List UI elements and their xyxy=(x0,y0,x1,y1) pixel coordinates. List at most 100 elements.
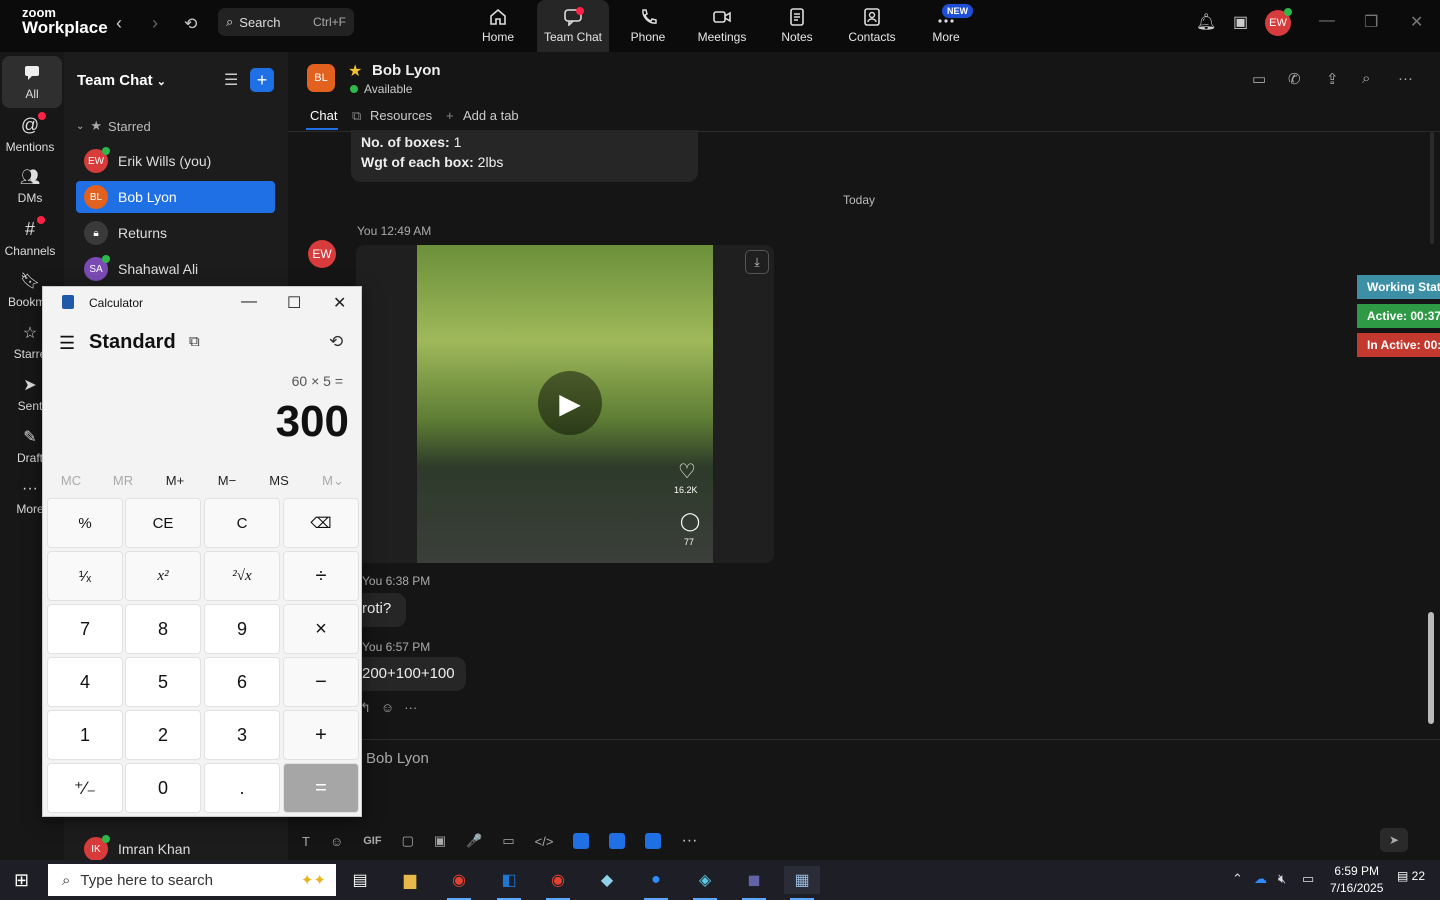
app-icon[interactable]: ◆ xyxy=(589,866,625,894)
search-input[interactable]: ⌕ Search Ctrl+F xyxy=(218,8,354,36)
outlook-icon[interactable]: ◧ xyxy=(491,866,527,900)
digit-0-button[interactable]: 0 xyxy=(125,763,201,813)
menu-icon[interactable]: ☰ xyxy=(59,333,75,354)
history-icon[interactable]: ⟲ xyxy=(184,14,197,34)
calculator-taskbar-icon[interactable]: ▦ xyxy=(784,866,820,900)
chrome-icon[interactable]: ◉ xyxy=(441,866,477,900)
memory-subtract-button[interactable]: M− xyxy=(201,473,253,488)
nav-home[interactable]: Home xyxy=(462,0,534,52)
video-clip-icon[interactable]: ▭ xyxy=(502,833,514,849)
back-arrow-icon[interactable]: ‹ xyxy=(116,13,122,34)
close-icon[interactable]: ✕ xyxy=(333,293,346,313)
nav-team-chat[interactable]: Team Chat xyxy=(537,0,609,52)
starred-section[interactable]: ⌄ ★ Starred xyxy=(76,118,151,134)
negate-button[interactable]: ⁺∕₋ xyxy=(47,763,123,813)
network-icon[interactable]: ▭ xyxy=(1302,871,1314,887)
video-call-icon[interactable]: ▭ xyxy=(1252,70,1266,88)
microphone-icon[interactable]: 🎤 xyxy=(466,833,482,849)
digit-6-button[interactable]: 6 xyxy=(204,657,280,707)
close-icon[interactable]: ✕ xyxy=(1410,12,1423,32)
zoom-icon[interactable]: ● xyxy=(638,866,674,900)
digit-1-button[interactable]: 1 xyxy=(47,710,123,760)
memory-add-button[interactable]: M+ xyxy=(149,473,201,488)
digit-8-button[interactable]: 8 xyxy=(125,604,201,654)
digit-7-button[interactable]: 7 xyxy=(47,604,123,654)
digit-9-button[interactable]: 9 xyxy=(204,604,280,654)
tab-add[interactable]: Add a tab xyxy=(463,108,519,123)
contact-shahawal-ali[interactable]: SA Shahawal Ali xyxy=(76,253,275,285)
nav-contacts[interactable]: Contacts xyxy=(836,0,908,52)
bell-icon[interactable]: 🔔︎ xyxy=(1196,12,1216,32)
app-icon[interactable] xyxy=(609,833,626,849)
contact-erik-wills[interactable]: EW Erik Wills (you) xyxy=(76,145,275,177)
app-icon[interactable] xyxy=(645,833,662,849)
chevron-up-icon[interactable]: ⌃ xyxy=(1232,871,1243,887)
nav-notes[interactable]: Notes xyxy=(761,0,833,52)
digit-2-button[interactable]: 2 xyxy=(125,710,201,760)
nav-meetings[interactable]: Meetings xyxy=(686,0,758,52)
download-icon[interactable]: ⤓ xyxy=(745,250,769,274)
task-view-icon[interactable]: ▤ xyxy=(342,866,378,894)
message-input[interactable]: Bob Lyon xyxy=(366,750,429,767)
taskbar-clock[interactable]: 6:59 PM 7/16/2025 xyxy=(1330,863,1383,897)
format-text-icon[interactable]: T xyxy=(302,834,310,849)
contact-returns[interactable]: 🔒︎ Returns xyxy=(76,217,275,249)
memory-list-button[interactable]: M⌄ xyxy=(307,473,359,489)
filter-icon[interactable]: ☰ xyxy=(224,70,238,90)
divide-button[interactable]: ÷ xyxy=(283,551,359,601)
forward-arrow-icon[interactable]: › xyxy=(152,13,158,34)
rail-mentions[interactable]: @ Mentions xyxy=(0,108,60,160)
video-message[interactable]: ▶ ♡ 16.2K ◯ 77 ⤓ xyxy=(356,245,774,563)
digit-5-button[interactable]: 5 xyxy=(125,657,201,707)
onedrive-icon[interactable]: ☁ xyxy=(1254,871,1267,887)
scrollbar-thumb[interactable] xyxy=(1428,612,1434,724)
clear-entry-button[interactable]: CE xyxy=(125,498,201,548)
app-icon[interactable]: ◈ xyxy=(687,866,723,900)
star-icon[interactable]: ★ xyxy=(348,61,362,81)
chrome-profile-icon[interactable]: ◉ xyxy=(540,866,576,900)
header-name[interactable]: Bob Lyon xyxy=(372,62,441,79)
multiply-button[interactable]: × xyxy=(283,604,359,654)
rail-all[interactable]: All xyxy=(2,56,62,108)
notifications-icon[interactable]: ▤ 22 xyxy=(1397,869,1425,883)
header-avatar[interactable]: BL xyxy=(307,64,335,92)
share-screen-icon[interactable]: ⇪ xyxy=(1326,70,1339,88)
more-options-icon[interactable]: ··· xyxy=(1398,70,1413,87)
screenshot-icon[interactable]: ▣ xyxy=(434,833,446,849)
teams-icon[interactable]: ◼ xyxy=(736,866,772,900)
maximize-icon[interactable]: ❐ xyxy=(1364,12,1378,32)
digit-3-button[interactable]: 3 xyxy=(204,710,280,760)
new-chat-button[interactable]: + xyxy=(250,68,274,92)
send-button[interactable]: ➤ xyxy=(1380,828,1408,852)
tab-chat[interactable]: Chat xyxy=(310,108,337,123)
emoji-icon[interactable]: ☺ xyxy=(330,834,343,849)
code-snippet-icon[interactable]: </> xyxy=(535,834,554,849)
equals-button[interactable]: = xyxy=(283,763,359,813)
subtract-button[interactable]: − xyxy=(283,657,359,707)
history-icon[interactable]: ⟲ xyxy=(329,332,343,352)
phone-call-icon[interactable]: ✆ xyxy=(1288,70,1301,88)
minimize-icon[interactable]: — xyxy=(1319,12,1335,30)
reciprocal-button[interactable]: ¹⁄ₓ xyxy=(47,551,123,601)
file-icon[interactable]: ▢ xyxy=(402,833,414,849)
backspace-button[interactable]: ⌫ xyxy=(283,498,359,548)
square-root-button[interactable]: ²√x xyxy=(204,551,280,601)
minimize-icon[interactable]: — xyxy=(241,293,257,311)
more-icon[interactable]: ··· xyxy=(404,700,417,716)
maximize-icon[interactable]: ☐ xyxy=(287,293,301,313)
decimal-button[interactable]: . xyxy=(204,763,280,813)
add-button[interactable]: + xyxy=(283,710,359,760)
panel-title[interactable]: Team Chat ⌄ xyxy=(77,72,166,89)
volume-muted-icon[interactable]: 🔇︎ xyxy=(1278,871,1286,887)
windows-start-icon[interactable]: ⊞ xyxy=(14,870,29,891)
calendar-icon[interactable]: ▣ xyxy=(1233,12,1248,32)
play-icon[interactable]: ▶ xyxy=(538,371,602,435)
square-button[interactable]: x² xyxy=(125,551,201,601)
emoji-icon[interactable]: ☺ xyxy=(381,700,394,716)
memory-clear-button[interactable]: MC xyxy=(45,473,97,488)
nav-phone[interactable]: Phone xyxy=(612,0,684,52)
memory-store-button[interactable]: MS xyxy=(253,473,305,488)
keep-on-top-icon[interactable]: ⧉ xyxy=(189,333,200,350)
memory-recall-button[interactable]: MR xyxy=(97,473,149,488)
taskbar-search-input[interactable]: ⌕ Type here to search ✦✦ xyxy=(48,864,336,896)
